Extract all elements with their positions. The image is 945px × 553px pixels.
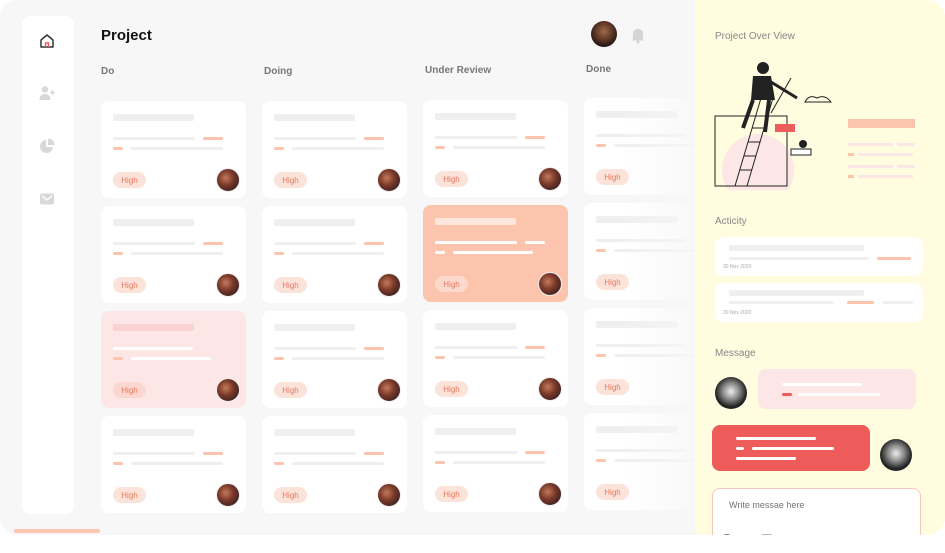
priority-badge: High	[113, 172, 146, 188]
priority-badge: High	[596, 379, 629, 395]
task-card[interactable]: High	[262, 311, 407, 408]
assignee-avatar	[538, 482, 562, 506]
priority-badge: High	[274, 382, 307, 398]
assignee-avatar	[216, 273, 240, 297]
priority-badge: High	[596, 169, 629, 185]
assignee-avatar	[377, 483, 401, 507]
link-icon[interactable]	[740, 533, 754, 535]
assignee-avatar	[216, 483, 240, 507]
activity-item[interactable]: 30 Nov 2020	[715, 283, 923, 322]
priority-badge: High	[113, 487, 146, 503]
priority-badge: High	[435, 171, 468, 187]
app-window: Project Do Doing Under Review Done High …	[0, 0, 945, 535]
received-message-bubble	[758, 369, 916, 409]
assignee-avatar	[377, 378, 401, 402]
sender-avatar	[715, 377, 747, 409]
right-panel: Project Over View Acticity 30 Nov 2020 3…	[695, 0, 945, 535]
activity-date: 30 Nov 2020	[723, 310, 752, 316]
column-title-doing: Doing	[264, 66, 293, 77]
home-icon[interactable]	[36, 30, 58, 52]
assignee-avatar	[216, 378, 240, 402]
task-card[interactable]: High	[423, 415, 568, 512]
assignee-avatar	[377, 273, 401, 297]
bell-icon[interactable]	[630, 26, 646, 44]
column-title-do: Do	[101, 66, 115, 77]
page-title: Project	[101, 27, 152, 44]
message-input[interactable]	[727, 499, 911, 511]
task-card[interactable]: High	[262, 416, 407, 513]
scroll-indicator[interactable]	[14, 529, 100, 533]
assignee-avatar	[538, 167, 562, 191]
sent-message-bubble	[712, 425, 870, 471]
task-card[interactable]: High	[423, 205, 568, 302]
activity-date: 30 Nov 2020	[723, 264, 752, 270]
task-card[interactable]: High	[262, 206, 407, 303]
sidebar	[22, 16, 74, 514]
activity-label: Acticity	[715, 216, 747, 227]
message-label: Message	[715, 348, 756, 359]
priority-badge: High	[435, 486, 468, 502]
priority-badge: High	[596, 484, 629, 500]
task-card[interactable]: High	[101, 101, 246, 198]
priority-badge: High	[274, 487, 307, 503]
image-icon[interactable]	[760, 533, 774, 535]
column-title-under-review: Under Review	[425, 65, 492, 76]
assignee-avatar	[377, 168, 401, 192]
assignee-avatar	[216, 168, 240, 192]
overview-label: Project Over View	[715, 31, 795, 42]
task-card[interactable]: High	[423, 100, 568, 197]
task-card[interactable]: High	[101, 206, 246, 303]
add-user-icon[interactable]	[36, 82, 58, 104]
task-card[interactable]: High	[101, 311, 246, 408]
pie-chart-icon[interactable]	[36, 135, 58, 157]
user-message-avatar	[880, 439, 912, 471]
activity-item[interactable]: 30 Nov 2020	[715, 237, 923, 276]
column-title-done: Done	[586, 64, 611, 75]
mail-icon[interactable]	[36, 188, 58, 210]
priority-badge: High	[435, 276, 468, 292]
user-avatar[interactable]	[591, 21, 617, 47]
task-card[interactable]: High	[262, 101, 407, 198]
assignee-avatar	[538, 377, 562, 401]
priority-badge: High	[274, 172, 307, 188]
priority-badge: High	[113, 277, 146, 293]
priority-badge: High	[113, 382, 146, 398]
project-illustration	[714, 62, 915, 190]
task-card[interactable]: High	[101, 416, 246, 513]
assignee-avatar	[538, 272, 562, 296]
emoji-icon[interactable]	[720, 533, 734, 535]
priority-badge: High	[274, 277, 307, 293]
priority-badge: High	[596, 274, 629, 290]
task-card[interactable]: High	[423, 310, 568, 407]
priority-badge: High	[435, 381, 468, 397]
message-composer[interactable]	[712, 488, 921, 535]
